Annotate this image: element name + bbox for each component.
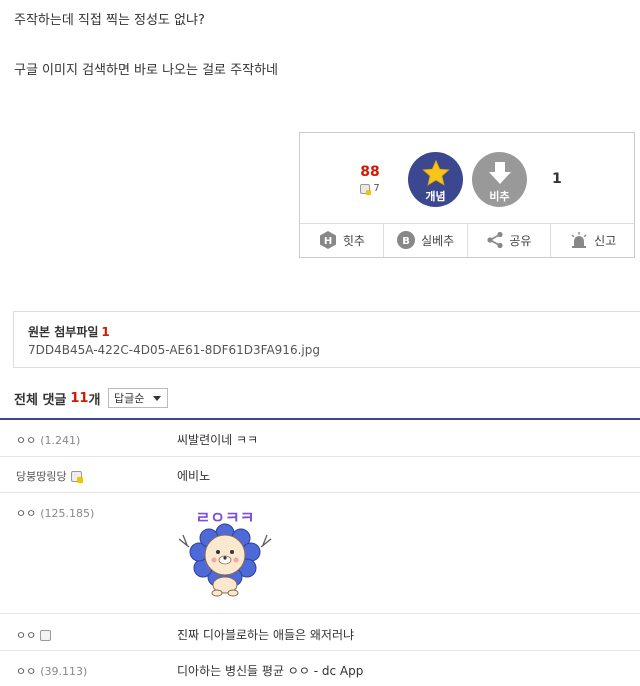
comment-sort-value: 답글순: [114, 392, 145, 405]
upvote-label: 개념: [425, 190, 446, 203]
recommend-box: 88 7 개념 비추 1 H 힛추 B 실베추 공유 신고: [299, 132, 635, 258]
lion-sticker-image: ㄹㅇㅋㅋ: [178, 508, 272, 597]
hit-label: 힛추: [342, 233, 365, 248]
comment-text: 씨발련이네 ㅋㅋ: [177, 433, 259, 447]
svg-text:B: B: [402, 236, 410, 247]
fixed-count: 7: [373, 183, 380, 194]
attachment-title-text: 원본 첨부파일: [28, 325, 99, 339]
nick-text: 당붕땅링당: [16, 470, 67, 483]
comment-text: 디아하는 병신들 평균 ㅇㅇ - dc App: [177, 664, 364, 678]
share-label: 공유: [509, 233, 532, 248]
comment-nick[interactable]: ㅇㅇ: [16, 627, 52, 643]
post-text-line-1: 주작하는데 직접 찍는 정성도 없냐?: [14, 13, 205, 28]
comment-row: 당붕땅링당 에비노: [0, 457, 640, 493]
recommend-top: 88 7 개념 비추 1: [300, 133, 634, 224]
comment-nick[interactable]: ㅇㅇ (125.185): [16, 505, 94, 521]
post-text-line-2: 구글 이미지 검색하면 바로 나오는 걸로 주작하네: [14, 63, 278, 78]
nick-text: ㅇㅇ: [16, 507, 37, 520]
downvote-label: 비추: [489, 190, 510, 203]
nick-text: ㅇㅇ: [16, 434, 37, 447]
silbe-label: 실베추: [421, 233, 455, 248]
attachment-count: 1: [101, 325, 110, 339]
comment-row: ㅇㅇ (125.185) ㄹㅇㅋㅋ: [0, 493, 640, 614]
nick-ip: (1.241): [40, 433, 81, 447]
report-button[interactable]: 신고: [551, 223, 634, 257]
fixed-nick-icon: [70, 470, 83, 483]
report-label: 신고: [594, 233, 617, 248]
chevron-down-icon: [153, 396, 161, 401]
share-button[interactable]: 공유: [468, 223, 552, 257]
nick-text: ㅇㅇ: [16, 665, 37, 678]
comment-row: ㅇㅇ (39.113) 디아하는 병신들 평균 ㅇㅇ - dc App: [0, 651, 640, 686]
silbe-recommend-button[interactable]: B 실베추: [384, 223, 468, 257]
comments-header: 전체 댓글 11 개: [14, 389, 100, 408]
fixed-count-row: 7: [352, 183, 388, 195]
attachment-box: 원본 첨부파일 1 7DD4B45A-422C-4D05-AE61-8DF61D3…: [13, 311, 640, 368]
svg-text:H: H: [324, 236, 332, 247]
downvote-button[interactable]: 비추: [472, 152, 527, 207]
mobile-app-icon: [40, 629, 52, 641]
comment-nick[interactable]: ㅇㅇ (39.113): [16, 663, 87, 679]
share-icon: [487, 231, 503, 249]
attachment-file-link[interactable]: 7DD4B45A-422C-4D05-AE61-8DF61D3FA916.jpg: [28, 343, 320, 357]
best-icon: B: [397, 231, 416, 249]
comments-count: 11: [70, 391, 89, 406]
fixed-nick-icon: [360, 183, 372, 195]
arrow-down-icon: [488, 162, 511, 184]
comments-header-label: 전체 댓글: [14, 393, 67, 408]
comment-nick[interactable]: ㅇㅇ (1.241): [16, 432, 80, 448]
comment-nick[interactable]: 당붕땅링당: [16, 468, 83, 484]
hit-recommend-button[interactable]: H 힛추: [300, 223, 384, 257]
nick-ip: (125.185): [40, 506, 95, 520]
comments-count-unit: 개: [88, 393, 101, 408]
recommend-actions: H 힛추 B 실베추 공유 신고: [300, 223, 634, 257]
attachment-title: 원본 첨부파일 1: [28, 323, 110, 340]
star-icon: [421, 159, 450, 186]
down-count: 1: [552, 171, 562, 187]
comment-row: ㅇㅇ (1.241) 씨발련이네 ㅋㅋ: [0, 420, 640, 457]
upvote-button[interactable]: 개념: [408, 152, 463, 207]
siren-icon: [571, 232, 587, 248]
nick-ip: (39.113): [40, 664, 88, 678]
nick-text: ㅇㅇ: [16, 629, 37, 642]
up-count: 88: [360, 164, 380, 180]
comment-text: 에비노: [177, 469, 211, 483]
comment-sort-select[interactable]: 답글순: [108, 388, 168, 408]
hit-icon: H: [319, 231, 336, 249]
up-count-box: 88 7: [352, 164, 388, 195]
comment-row: ㅇㅇ 진짜 디아블로하는 애들은 왜저러냐: [0, 614, 640, 651]
comment-text: 진짜 디아블로하는 애들은 왜저러냐: [177, 628, 355, 642]
